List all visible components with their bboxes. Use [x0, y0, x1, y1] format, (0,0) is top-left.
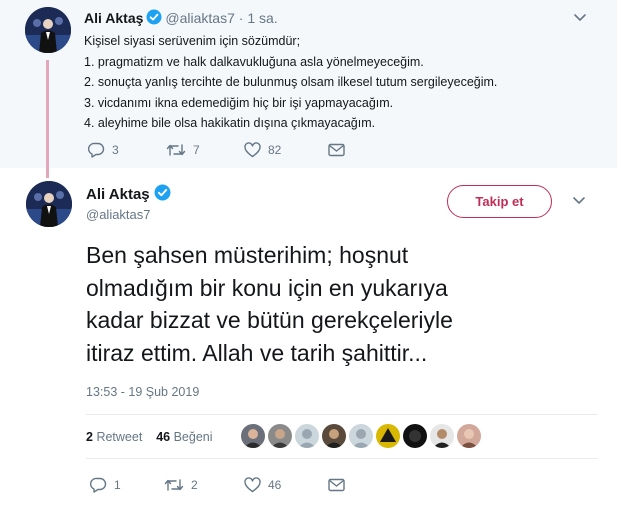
retweet-count: 7: [193, 143, 200, 157]
chevron-down-icon[interactable]: [573, 13, 587, 23]
parent-tweet[interactable]: Ali Aktaş @aliaktas7 · 1 sa. Kişisel siya…: [0, 0, 617, 178]
tweet-time[interactable]: 1 sa.: [247, 10, 277, 26]
heart-icon: [244, 477, 261, 493]
tweet-text-line: 3. vicdanımı ikna edemediğim hiç bir işi…: [84, 95, 394, 110]
direct-message-button[interactable]: [328, 143, 345, 157]
avatar[interactable]: [25, 7, 71, 53]
tweet-text-line: olmadığım bir konu için en yukarıya: [86, 274, 448, 301]
author-name[interactable]: Ali Aktaş: [84, 10, 143, 26]
envelope-icon: [328, 478, 345, 492]
reply-icon: [90, 477, 107, 493]
retweet-icon: [166, 144, 186, 156]
like-count: 82: [268, 143, 282, 157]
tweet-text-line: itiraz ettim. Allah ve tarih şahittir...: [86, 339, 428, 366]
retweet-icon: [164, 479, 184, 491]
heart-icon: [244, 142, 261, 158]
tweet-text-line: 2. sonuçta yanlış tercihte de bulunmuş o…: [84, 75, 498, 90]
engagement-stats: 2 Retweet 46 Beğeni: [86, 430, 213, 444]
direct-message-button[interactable]: [328, 478, 345, 492]
liker-avatar[interactable]: [376, 424, 400, 448]
retweet-button[interactable]: 2: [164, 477, 244, 493]
like-stat-label: Beğeni: [173, 430, 213, 444]
liker-avatar[interactable]: [349, 424, 373, 448]
reply-count: 1: [114, 478, 121, 492]
like-total: 46: [156, 430, 171, 444]
likes-stat[interactable]: 46 Beğeni: [156, 430, 212, 444]
retweet-total: 2: [86, 430, 93, 444]
reply-button[interactable]: 3: [88, 142, 166, 158]
retweet-stat-label: Retweet: [96, 430, 143, 444]
tweet-text: Ben şahsen müsterihim; hoşnut olmadığım …: [86, 239, 453, 369]
reply-icon: [88, 142, 105, 158]
liker-avatar[interactable]: [268, 424, 292, 448]
liker-avatar[interactable]: [403, 424, 427, 448]
verified-badge-icon: [154, 184, 171, 201]
author-name[interactable]: Ali Aktaş: [86, 186, 150, 203]
liker-avatar[interactable]: [457, 424, 481, 448]
verified-badge-icon: [146, 9, 162, 25]
like-count: 46: [268, 478, 282, 492]
thread-connector-line: [46, 60, 49, 178]
like-button[interactable]: 82: [244, 142, 328, 158]
tweet-actions: 1 2 46: [90, 477, 345, 493]
follow-button[interactable]: Takip et: [447, 185, 552, 218]
liker-avatars: [241, 424, 484, 448]
divider: [86, 458, 598, 459]
like-button[interactable]: 46: [244, 477, 328, 493]
retweets-stat[interactable]: 2 Retweet: [86, 430, 142, 444]
author-handle[interactable]: @aliaktas7: [165, 10, 234, 26]
retweet-button[interactable]: 7: [166, 142, 244, 158]
tweet-timestamp[interactable]: 13:53 - 19 Şub 2019: [86, 385, 199, 399]
reply-count: 3: [112, 143, 119, 157]
liker-avatar[interactable]: [241, 424, 265, 448]
divider: [86, 414, 598, 415]
retweet-count: 2: [191, 478, 198, 492]
tweet-text-line: Kişisel siyasi serüvenim için sözümdür;: [84, 34, 301, 48]
tweet-actions: 3 7 82: [88, 142, 345, 158]
liker-avatar[interactable]: [322, 424, 346, 448]
avatar[interactable]: [26, 181, 72, 227]
tweet-text-line: Ben şahsen müsterihim; hoşnut: [86, 242, 409, 268]
chevron-down-icon[interactable]: [572, 196, 586, 206]
tweet-text-line: 4. aleyhime bile olsa hakikatin dışına ç…: [84, 116, 376, 131]
author-handle[interactable]: @aliaktas7: [86, 207, 151, 222]
tweet-text-line: 1. pragmatizm ve halk dalkavukluğuna asl…: [84, 54, 424, 69]
envelope-icon: [328, 143, 345, 157]
liker-avatar[interactable]: [295, 424, 319, 448]
tweet-text: Kişisel siyasi serüvenim için sözümdür; …: [84, 31, 497, 134]
tweet-text-line: kadar bizzat ve bütün gerekçeleriyle: [86, 307, 453, 333]
time-separator: ·: [238, 10, 244, 26]
reply-button[interactable]: 1: [90, 477, 164, 493]
liker-avatar[interactable]: [430, 424, 454, 448]
